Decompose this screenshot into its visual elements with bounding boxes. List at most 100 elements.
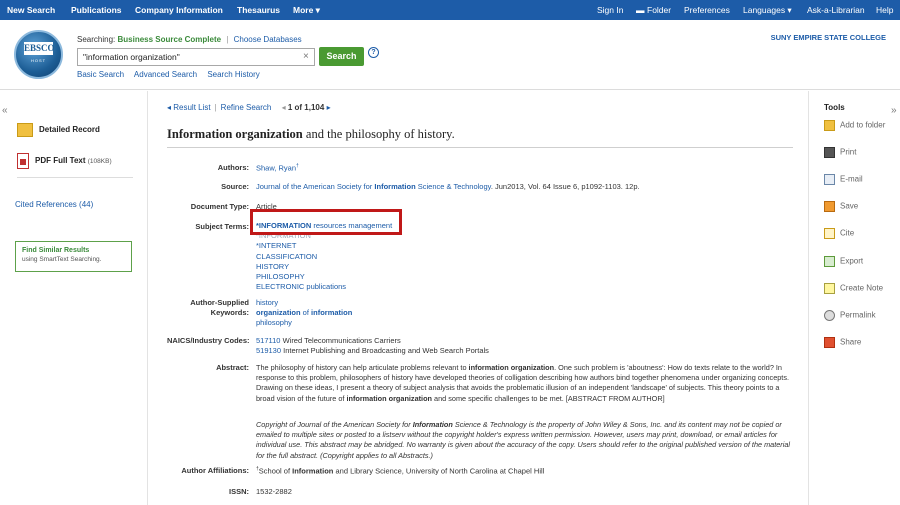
tool-create-note[interactable]: Create Note [824,283,883,294]
help-icon[interactable]: ? [368,47,379,58]
choose-databases-link[interactable]: Choose Databases [234,35,302,44]
highlight-box [250,209,402,235]
advanced-search-link[interactable]: Advanced Search [134,70,197,79]
naics-label: NAICS/Industry Codes: [167,336,250,345]
nav-ask-a-librarian[interactable]: Ask-a-Librarian [807,5,865,15]
keywords-list: history organization of information phil… [256,298,352,329]
subject-term-link[interactable]: *INTERNET [256,241,392,251]
issn-value: 1532-2882 [256,487,292,496]
folder-icon[interactable]: ▬ [636,5,645,15]
divider [17,177,133,178]
keyword-link[interactable]: organization of information [256,308,352,318]
cited-references-link[interactable]: Cited References (44) [15,200,93,209]
nav-new-search[interactable]: New Search [7,5,55,15]
search-button[interactable]: Search [319,47,364,66]
save-icon [824,201,835,212]
find-similar-subtitle: using SmartText Searching. [22,256,102,263]
print-icon [824,147,835,158]
nav-more[interactable]: More ▾ [293,5,320,16]
email-icon [824,174,835,185]
searching-line: Searching: Business Source Complete | Ch… [77,35,302,44]
record-title: Information organization and the philoso… [167,127,455,141]
detailed-record-link[interactable]: Detailed Record [17,123,142,137]
keywords-label-2: Keywords: [210,308,249,317]
search-mode-links: Basic Search Advanced Search Search Hist… [77,70,268,79]
subject-term-link[interactable]: CLASSIFICATION [256,252,392,262]
link-icon [824,310,835,321]
nav-folder[interactable]: Folder [647,5,671,15]
next-result-icon[interactable]: ▸ [327,103,331,112]
nav-company-information[interactable]: Company Information [135,5,223,15]
issn-label: ISSN: [228,487,249,496]
nav-thesaurus[interactable]: Thesaurus [237,5,280,15]
collapse-left-icon[interactable]: « [2,105,8,116]
search-header: EBSCO HOST Searching: Business Source Co… [0,20,900,90]
cite-icon [824,228,835,239]
tool-email[interactable]: E-mail [824,174,863,185]
subject-term-link[interactable]: PHILOSOPHY [256,272,392,282]
result-navigation: ◂ Result List | Refine Search ◂ 1 of 1,104… [167,103,331,112]
search-history-link[interactable]: Search History [207,70,259,79]
top-nav-bar: New Search Publications Company Informat… [0,0,900,20]
nav-sign-in[interactable]: Sign In [597,5,623,15]
abstract-text: The philosophy of history can help artic… [256,363,790,403]
source-label: Source: [221,182,249,191]
tool-permalink[interactable]: Permalink [824,310,876,321]
export-icon [824,256,835,267]
pdf-icon [17,153,29,169]
searching-label: Searching: [77,35,116,44]
document-type-label: Document Type: [190,202,249,211]
prev-result-icon[interactable]: ◂ [282,103,286,112]
database-name: Business Source Complete [117,35,222,44]
folder-add-icon [824,120,835,131]
share-icon [824,337,835,348]
authors-label: Authors: [217,163,249,172]
note-icon [824,283,835,294]
tools-heading: Tools [824,103,845,112]
ebsco-logo[interactable]: EBSCO HOST [14,30,63,79]
find-similar-box[interactable]: Find Similar Results using SmartText Sea… [15,241,132,272]
abstract-label: Abstract: [216,363,249,372]
source-value: Journal of the American Society for Info… [256,182,640,191]
author-affiliations-label: Author Affiliations: [181,466,249,475]
copyright-notice: Copyright of Journal of the American Soc… [256,420,791,460]
search-input[interactable]: "information organization" [77,48,315,66]
tool-add-to-folder[interactable]: Add to folder [824,120,885,131]
naics-list: 517110 Wired Telecommunications Carriers… [256,336,489,356]
keywords-label-1: Author-Supplied [190,298,249,307]
nav-publications[interactable]: Publications [71,5,122,15]
pdf-full-text-link[interactable]: PDF Full Text (108KB) [17,153,142,169]
naics-code-link[interactable]: 517110 [256,336,280,345]
basic-search-link[interactable]: Basic Search [77,70,124,79]
tool-save[interactable]: Save [824,201,858,212]
source-journal-link[interactable]: Journal of the American Society for Info… [256,182,491,191]
detailed-record-icon [17,123,33,137]
tool-export[interactable]: Export [824,256,863,267]
find-similar-title: Find Similar Results [22,247,90,254]
title-divider [167,147,793,148]
author-link[interactable]: Shaw, Ryan [256,164,296,173]
clear-search-icon[interactable]: × [303,51,309,62]
keyword-link[interactable]: history [256,298,352,308]
nav-languages[interactable]: Languages ▾ [743,5,792,16]
result-position: 1 of 1,104 [287,103,325,112]
author-affiliations-value: †School of Information and Library Scien… [256,466,545,476]
logo-sub: HOST [30,58,47,63]
subject-term-link[interactable]: ELECTRONIC publications [256,282,392,292]
nav-help[interactable]: Help [876,5,893,15]
nav-preferences[interactable]: Preferences [684,5,730,15]
tool-print[interactable]: Print [824,147,856,158]
tool-share[interactable]: Share [824,337,861,348]
refine-search-link[interactable]: Refine Search [221,103,272,112]
keyword-link[interactable]: philosophy [256,318,352,328]
logo-word: EBSCO [24,42,55,55]
result-list-link[interactable]: ◂ Result List [167,103,211,112]
subject-term-link[interactable]: HISTORY [256,262,392,272]
tool-cite[interactable]: Cite [824,228,854,239]
institution-name: SUNY EMPIRE STATE COLLEGE [770,33,886,42]
collapse-right-icon[interactable]: » [891,105,897,116]
subject-terms-label: Subject Terms: [195,222,249,231]
naics-code-link[interactable]: 519130 [256,346,281,355]
pdf-size: (108KB) [87,158,112,166]
authors-value: Shaw, Ryan† [256,163,299,173]
